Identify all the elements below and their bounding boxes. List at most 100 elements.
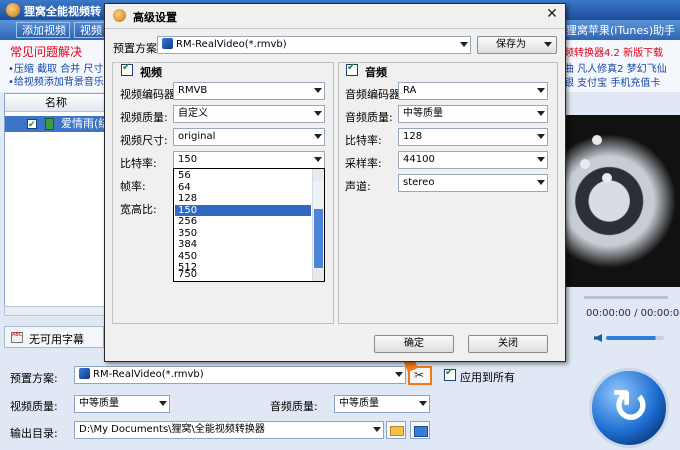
video-quality-select[interactable]: 中等质量: [74, 395, 170, 413]
close-icon[interactable]: ✕: [543, 5, 561, 23]
video-size-value: original: [178, 131, 216, 142]
video-quality-dlg-select[interactable]: 自定义: [173, 105, 325, 123]
video-quality-label: 视频质量:: [10, 400, 58, 413]
subtitle-label: 无可用字幕: [29, 333, 84, 346]
close-button[interactable]: 关闭: [468, 335, 548, 353]
chevron-down-icon: [537, 88, 545, 93]
save-as-button[interactable]: 保存为: [477, 36, 557, 54]
channel-label: 声道:: [345, 180, 371, 193]
bitrate-option[interactable]: 64: [175, 182, 311, 194]
video-encoder-value: RMVB: [178, 85, 208, 96]
ok-button[interactable]: 确定: [374, 335, 454, 353]
audio-encoder-select[interactable]: RA: [398, 82, 548, 100]
add-video-button[interactable]: 添加视频: [16, 22, 70, 38]
audio-bitrate-label: 比特率:: [345, 134, 382, 147]
bitrate-option[interactable]: 256: [175, 216, 311, 228]
promo-links-2[interactable]: 银 支付宝 手机充值卡: [564, 74, 660, 89]
video-quality-dlg-label: 视频质量:: [120, 111, 168, 124]
row-checkbox[interactable]: [27, 117, 37, 132]
dialog-titlebar[interactable]: 高级设置 ✕: [105, 4, 565, 28]
list-item[interactable]: 爱情雨(结局: [5, 116, 107, 132]
video-encoder-select[interactable]: RMVB: [173, 82, 325, 100]
main-window-title: 狸窝全能视频转: [24, 5, 101, 18]
apply-all-label: 应用到所有: [460, 371, 515, 384]
chevron-down-icon: [537, 157, 545, 162]
video-quality-value: 中等质量: [79, 398, 119, 409]
audio-quality-dlg-select[interactable]: 中等质量: [398, 105, 548, 123]
scroll-thumb[interactable]: [314, 209, 323, 268]
audio-bitrate-value: 128: [403, 131, 423, 142]
video-size-select[interactable]: original: [173, 128, 325, 146]
channel-select[interactable]: stereo: [398, 174, 548, 192]
audio-quality-select[interactable]: 中等质量: [334, 395, 430, 413]
dialog-app-icon: [113, 9, 126, 22]
apply-all-checkbox[interactable]: [444, 367, 456, 381]
chevron-down-icon: [373, 427, 381, 432]
dialog-preset-select[interactable]: RM-RealVideo(*.rmvb): [157, 36, 471, 54]
video-bitrate-select[interactable]: 150: [173, 151, 325, 169]
bitrate-option[interactable]: 128: [175, 193, 311, 205]
volume-slider[interactable]: [606, 336, 664, 340]
itunes-helper-link[interactable]: 狸窝苹果(iTunes)助手: [566, 22, 675, 38]
audio-bitrate-select[interactable]: 128: [398, 128, 548, 146]
chevron-down-icon: [314, 111, 322, 116]
scroll-up-icon[interactable]: [313, 169, 324, 181]
video-preview: [562, 115, 680, 287]
chevron-down-icon: [314, 88, 322, 93]
chevron-down-icon: [537, 180, 545, 185]
output-dir-value: D:\My Documents\狸窝\全能视频转换器: [79, 424, 265, 435]
samplerate-select[interactable]: 44100: [398, 151, 548, 169]
scroll-down-icon[interactable]: [313, 269, 324, 281]
volume-icon[interactable]: [594, 334, 602, 342]
audio-encoder-label: 音频编码器:: [345, 88, 404, 101]
audio-quality-dlg-label: 音频质量:: [345, 111, 393, 124]
video-bitrate-value: 150: [178, 154, 198, 165]
bitrate-option[interactable]: 450: [175, 251, 311, 263]
playback-progress-bar[interactable]: [584, 296, 668, 299]
bitrate-option[interactable]: 56: [175, 170, 311, 182]
dialog-divider: [105, 28, 565, 29]
bitrate-option[interactable]: 350: [175, 228, 311, 240]
column-header-name[interactable]: 名称: [5, 94, 107, 112]
subtitle-selector[interactable]: ABC 无可用字幕: [4, 326, 104, 348]
bitrate-list-scrollbar[interactable]: [312, 169, 324, 281]
chevron-down-icon: [537, 111, 545, 116]
output-dir-field[interactable]: D:\My Documents\狸窝\全能视频转换器: [74, 421, 384, 439]
audio-quality-value: 中等质量: [339, 398, 379, 409]
realvideo-icon: [79, 368, 90, 379]
chevron-down-icon: [419, 401, 427, 406]
browse-folder-icon[interactable]: [410, 421, 430, 439]
chevron-down-icon: [544, 42, 552, 47]
dialog-preset-label: 预置方案:: [113, 42, 161, 55]
framerate-label: 帧率:: [120, 180, 146, 193]
audio-quality-dlg-value: 中等质量: [403, 108, 443, 119]
film-reel-hole-icon: [592, 135, 602, 145]
dialog-preset-value: RM-RealVideo(*.rmvb): [176, 39, 287, 50]
audio-enable-checkbox[interactable]: [346, 62, 358, 76]
video-size-label: 视频尺寸:: [120, 134, 168, 147]
realvideo-icon: [162, 38, 173, 49]
audio-quality-label: 音频质量:: [270, 400, 318, 413]
bitrate-option[interactable]: 750: [175, 269, 311, 281]
chevron-down-icon: [460, 42, 468, 47]
faq-link-2[interactable]: •给视频添加背景音乐: [8, 73, 106, 88]
toolbar-button-2[interactable]: 视频: [74, 22, 106, 38]
preset-select[interactable]: RM-RealVideo(*.rmvb): [74, 366, 406, 384]
bitrate-dropdown-list[interactable]: 56 64 128 150 256 350 384 450 512 750: [173, 168, 325, 282]
output-dir-label: 输出目录:: [10, 427, 58, 440]
file-list[interactable]: 名称 爱情雨(结局: [4, 93, 108, 315]
bitrate-option[interactable]: 384: [175, 239, 311, 251]
bitrate-option-selected[interactable]: 150: [175, 204, 311, 216]
chevron-down-icon: [314, 157, 322, 162]
promo-new-version-link[interactable]: 频转换器4.2 新版下载: [564, 44, 663, 59]
channel-value: stereo: [403, 177, 435, 188]
convert-button[interactable]: [589, 368, 669, 448]
promo-links-1[interactable]: 曲 凡人修真2 梦幻飞仙: [564, 60, 667, 75]
row-file-name: 爱情雨(结局: [61, 117, 107, 130]
list-horizontal-scrollbar[interactable]: [4, 306, 108, 316]
faq-title[interactable]: 常见问题解决: [10, 43, 82, 60]
subtitle-abc-icon: ABC: [11, 332, 23, 343]
samplerate-value: 44100: [403, 154, 435, 165]
video-enable-checkbox[interactable]: [121, 62, 133, 76]
open-folder-icon[interactable]: [386, 421, 406, 439]
